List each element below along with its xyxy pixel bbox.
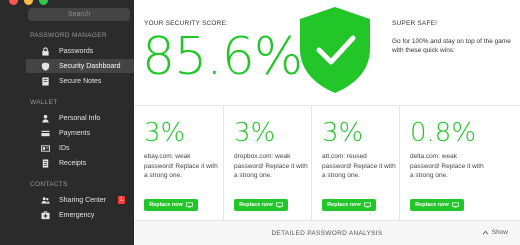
window-controls — [9, 0, 48, 6]
button-label: Replace now — [239, 202, 273, 208]
security-dashboard: YOUR SECURITY SCORE: 85.6% SUPER SAFE! G… — [134, 0, 520, 245]
detailed-analysis-title: DETAILED PASSWORD ANALYSIS — [271, 230, 383, 237]
card-description: dropbox.com: weak password! Replace it w… — [234, 153, 308, 179]
detailed-analysis-bar: DETAILED PASSWORD ANALYSIS Show — [134, 220, 520, 245]
sidebar-item-label: Security Dashboard — [59, 62, 121, 70]
minimize-window-button[interactable] — [24, 0, 33, 5]
sidebar-item-sharing-center[interactable]: Sharing Center 1 — [26, 193, 134, 207]
sidebar-item-label: Personal Info — [59, 114, 101, 122]
quick-win-card: 3% ebay.com: weak password! Replace it w… — [134, 106, 224, 221]
shield-check-icon — [300, 7, 370, 93]
replace-now-button[interactable]: Replace now — [144, 199, 198, 211]
button-label: Replace now — [149, 202, 183, 208]
section-title-wallet: WALLET — [30, 99, 58, 106]
card-percent: 3% — [322, 118, 364, 148]
replace-now-button[interactable]: Replace now — [234, 199, 288, 211]
sidebar-item-passwords[interactable]: Passwords — [26, 44, 134, 58]
section-title-password-manager: PASSWORD MANAGER — [30, 32, 107, 39]
replace-icon — [451, 202, 459, 208]
shield-icon — [39, 60, 51, 72]
score-label: YOUR SECURITY SCORE: — [144, 20, 229, 27]
replace-icon — [363, 202, 371, 208]
card-percent: 3% — [234, 118, 276, 148]
sidebar-item-security-dashboard[interactable]: Security Dashboard — [26, 59, 134, 73]
receipt-icon — [39, 157, 51, 169]
zoom-window-button[interactable] — [39, 0, 48, 5]
emergency-icon — [39, 209, 51, 221]
sidebar-item-label: Passwords — [59, 47, 94, 55]
sidebar-item-label: Secure Notes — [59, 77, 102, 85]
sidebar-item-label: Payments — [59, 129, 91, 137]
person-icon — [39, 112, 51, 124]
replace-now-button[interactable]: Replace now — [410, 199, 464, 211]
chevron-up-icon — [482, 230, 489, 235]
notification-badge: 1 — [118, 196, 125, 204]
credit-card-icon — [39, 127, 51, 139]
button-label: Replace now — [415, 202, 449, 208]
show-toggle-label: Show — [491, 229, 508, 236]
section-title-contacts: CONTACTS — [30, 181, 68, 188]
sidebar-item-emergency[interactable]: Emergency — [26, 208, 134, 222]
security-score-value: 85.6% — [142, 27, 303, 87]
button-label: Replace now — [327, 202, 361, 208]
card-description: ebay.com: weak password! Replace it with… — [144, 153, 218, 179]
replace-icon — [185, 202, 193, 208]
sidebar-item-payments[interactable]: Payments — [26, 126, 134, 140]
card-description: att.com: reused password! Replace it wit… — [322, 153, 396, 179]
sidebar-item-label: Receipts — [59, 159, 87, 167]
note-icon — [39, 75, 51, 87]
sidebar-item-ids[interactable]: IDs — [26, 141, 134, 155]
status-title: SUPER SAFE! — [392, 20, 438, 27]
quick-win-card: 3% att.com: reused password! Replace it … — [312, 106, 400, 221]
sidebar-item-label: Emergency — [59, 211, 95, 219]
show-toggle-button[interactable]: Show — [482, 229, 508, 236]
quick-win-card: 0.8% delta.com: weak password! Replace i… — [400, 106, 520, 221]
status-description: Go for 100% and stay on top of the game … — [392, 38, 511, 54]
card-percent: 3% — [144, 118, 186, 148]
sidebar-item-receipts[interactable]: Receipts — [26, 156, 134, 170]
quick-win-card: 3% dropbox.com: weak password! Replace i… — [224, 106, 312, 221]
quick-wins-grid: 3% ebay.com: weak password! Replace it w… — [134, 105, 520, 221]
close-window-button[interactable] — [9, 0, 18, 5]
search-input[interactable]: Search — [28, 8, 130, 21]
card-percent: 0.8% — [410, 118, 477, 148]
replace-now-button[interactable]: Replace now — [322, 199, 376, 211]
sidebar-item-label: IDs — [59, 144, 70, 152]
card-description: delta.com: weak password! Replace it wit… — [410, 153, 484, 179]
sidebar: Search PASSWORD MANAGER Passwords Securi… — [0, 0, 134, 245]
id-card-icon — [39, 142, 51, 154]
replace-icon — [275, 202, 283, 208]
sidebar-item-personal-info[interactable]: Personal Info — [26, 111, 134, 125]
sidebar-item-label: Sharing Center — [59, 196, 107, 204]
sidebar-item-secure-notes[interactable]: Secure Notes — [26, 74, 134, 88]
people-icon — [39, 194, 51, 206]
lock-icon — [39, 45, 51, 57]
